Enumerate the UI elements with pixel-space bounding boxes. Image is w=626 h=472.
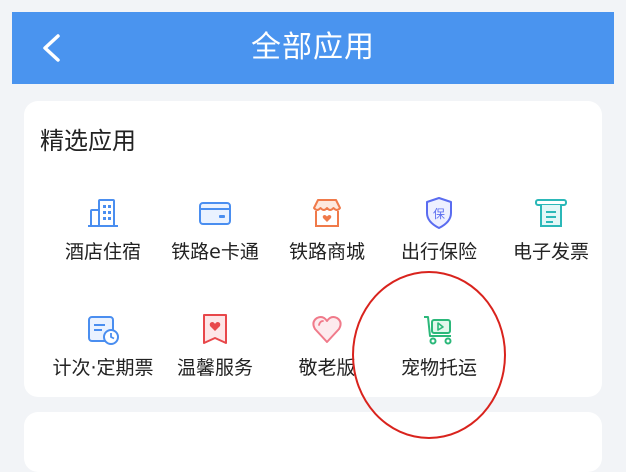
section-title: 精选应用 <box>40 127 136 155</box>
card-icon <box>199 202 231 225</box>
app-elderly-mode[interactable]: 敬老版 <box>270 311 384 397</box>
shield-icon: 保 <box>426 197 452 229</box>
heart-bookmark-icon <box>203 314 227 344</box>
next-section-card <box>24 412 602 472</box>
pet-cart-icon <box>424 316 452 345</box>
page-title: 全部应用 <box>251 30 375 65</box>
receipt-icon <box>535 199 567 227</box>
app-care-service[interactable]: 温馨服务 <box>158 311 272 397</box>
shop-icon <box>313 199 341 227</box>
featured-apps-card: 精选应用 酒店住宿 铁路e卡通 铁路商城 保 出行保险 电子发票 计次·定期票 … <box>24 101 602 397</box>
svg-text:保: 保 <box>433 207 445 221</box>
app-railway-mall[interactable]: 铁路商城 <box>270 195 384 281</box>
ticket-clock-icon <box>88 316 119 345</box>
heart-icon <box>312 316 342 343</box>
app-multi-ride-ticket[interactable]: 计次·定期票 <box>46 311 160 397</box>
app-pet-shipping[interactable]: 宠物托运 <box>382 311 496 397</box>
app-travel-insurance[interactable]: 保 出行保险 <box>382 195 496 281</box>
app-label: 宠物托运 <box>400 357 477 379</box>
app-hotel[interactable]: 酒店住宿 <box>46 195 160 281</box>
hotel-building-icon <box>88 199 118 227</box>
app-e-invoice[interactable]: 电子发票 <box>494 195 608 281</box>
app-label: 电子发票 <box>512 241 589 263</box>
app-railway-ecard[interactable]: 铁路e卡通 <box>158 195 272 281</box>
header-bar: 全部应用 <box>12 12 614 84</box>
